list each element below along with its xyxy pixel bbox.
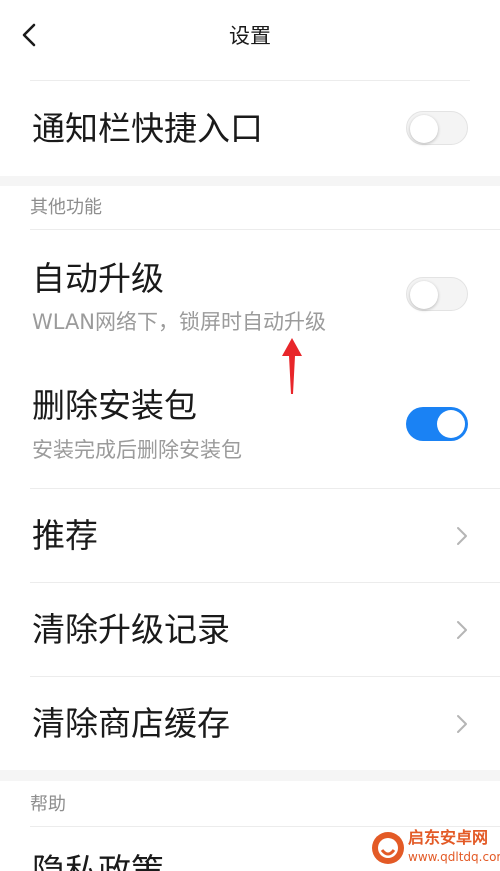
chevron-right-icon bbox=[457, 527, 467, 545]
toggle-knob bbox=[410, 115, 438, 143]
row-title: 删除安装包 bbox=[32, 386, 197, 425]
recommend-row[interactable]: 推荐 bbox=[0, 489, 500, 582]
auto-upgrade-row[interactable]: 自动升级 WLAN网络下，锁屏时自动升级 bbox=[0, 230, 500, 344]
row-title: 通知栏快捷入口 bbox=[32, 109, 263, 148]
row-subtitle: 安装完成后删除安装包 bbox=[32, 438, 242, 462]
section-separator bbox=[0, 770, 500, 781]
watermark-logo-icon bbox=[372, 832, 404, 864]
clear-store-cache-row[interactable]: 清除商店缓存 bbox=[0, 677, 500, 770]
chevron-right-icon bbox=[457, 715, 467, 733]
section-header-other-features: 其他功能 bbox=[30, 197, 102, 218]
divider bbox=[30, 80, 470, 81]
toggle-knob bbox=[437, 410, 465, 438]
row-title: 推荐 bbox=[32, 516, 98, 555]
page-title: 设置 bbox=[229, 24, 271, 48]
notification-shortcut-row[interactable]: 通知栏快捷入口 bbox=[0, 82, 500, 176]
row-title: 自动升级 bbox=[32, 259, 164, 298]
delete-package-toggle[interactable] bbox=[406, 407, 468, 441]
chevron-right-icon bbox=[457, 621, 467, 639]
clear-upgrade-records-row[interactable]: 清除升级记录 bbox=[0, 583, 500, 676]
section-separator bbox=[0, 176, 500, 186]
auto-upgrade-toggle[interactable] bbox=[406, 277, 468, 311]
watermark: 启东安卓网 www.qdltdq.com bbox=[370, 826, 500, 870]
title-bar: 设置 bbox=[0, 0, 500, 70]
delete-package-row[interactable]: 删除安装包 安装完成后删除安装包 bbox=[0, 366, 500, 488]
watermark-text: 启东安卓网 bbox=[408, 828, 489, 847]
notification-shortcut-toggle[interactable] bbox=[406, 111, 468, 145]
row-title: 隐私政策 bbox=[32, 851, 164, 871]
watermark-url: www.qdltdq.com bbox=[408, 850, 500, 864]
toggle-knob bbox=[410, 281, 438, 309]
section-header-help: 帮助 bbox=[30, 794, 66, 815]
row-title: 清除升级记录 bbox=[32, 610, 230, 649]
row-subtitle: WLAN网络下，锁屏时自动升级 bbox=[32, 310, 327, 334]
row-title: 清除商店缓存 bbox=[32, 704, 230, 743]
